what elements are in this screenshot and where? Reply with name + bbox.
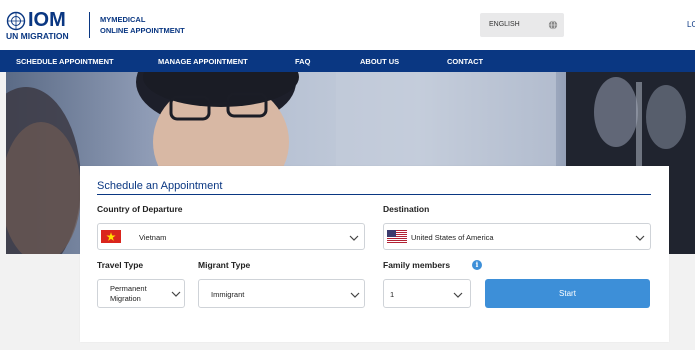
- usa-flag-icon: [387, 230, 407, 243]
- brand-title-line1: MYMEDICAL: [100, 15, 146, 24]
- logo-subtitle: UN MIGRATION: [6, 31, 69, 41]
- start-button[interactable]: Start: [485, 279, 650, 308]
- chevron-down-icon: [171, 291, 181, 297]
- family-members-value: 1: [390, 290, 395, 299]
- card-title-rule: [97, 194, 651, 195]
- logo-wordmark: IOM: [28, 9, 66, 31]
- nav-manage-appointment[interactable]: MANAGE APPOINTMENT: [158, 57, 248, 66]
- brand-title-line2: ONLINE APPOINTMENT: [100, 26, 185, 35]
- chevron-down-icon: [349, 235, 359, 241]
- destination-value: United States of America: [411, 233, 494, 242]
- main-nav: SCHEDULE APPOINTMENT MANAGE APPOINTMENT …: [0, 50, 695, 72]
- departure-label: Country of Departure: [97, 204, 183, 214]
- migrant-type-select[interactable]: Immigrant: [198, 279, 365, 308]
- destination-label: Destination: [383, 204, 430, 214]
- globe-icon: [548, 20, 558, 30]
- appointment-card: Schedule an Appointment Country of Depar…: [80, 166, 669, 342]
- nav-about-us[interactable]: ABOUT US: [360, 57, 399, 66]
- language-selector[interactable]: ENGLISH: [480, 13, 564, 37]
- info-icon[interactable]: i: [472, 260, 482, 270]
- family-members-select[interactable]: 1: [383, 279, 471, 308]
- travel-type-label: Travel Type: [97, 260, 144, 270]
- vietnam-flag-icon: [101, 230, 121, 243]
- travel-type-value-line2: Migration: [110, 294, 141, 303]
- nav-faq[interactable]: FAQ: [295, 57, 310, 66]
- family-members-label: Family members: [383, 260, 451, 270]
- chevron-down-icon: [350, 292, 360, 298]
- un-emblem-icon: [6, 11, 26, 31]
- card-title: Schedule an Appointment: [97, 180, 223, 192]
- travel-type-value-line1: Permanent: [110, 284, 147, 293]
- travel-type-select[interactable]: Permanent Migration: [97, 279, 185, 308]
- destination-select[interactable]: United States of America: [383, 223, 651, 250]
- nav-schedule-appointment[interactable]: SCHEDULE APPOINTMENT: [16, 57, 114, 66]
- departure-select[interactable]: Vietnam: [97, 223, 365, 250]
- language-label: ENGLISH: [489, 21, 520, 28]
- nav-contact[interactable]: CONTACT: [447, 57, 483, 66]
- page: IOM UN MIGRATION MYMEDICAL ONLINE APPOIN…: [0, 0, 695, 350]
- chevron-down-icon: [453, 292, 463, 298]
- departure-value: Vietnam: [139, 233, 167, 242]
- iom-logo[interactable]: IOM UN MIGRATION: [6, 8, 78, 42]
- migrant-type-value: Immigrant: [211, 290, 245, 299]
- header-divider: [89, 12, 90, 38]
- chevron-down-icon: [635, 235, 645, 241]
- migrant-type-label: Migrant Type: [198, 260, 251, 270]
- top-header: IOM UN MIGRATION MYMEDICAL ONLINE APPOIN…: [0, 0, 695, 50]
- login-link[interactable]: LO: [687, 19, 695, 31]
